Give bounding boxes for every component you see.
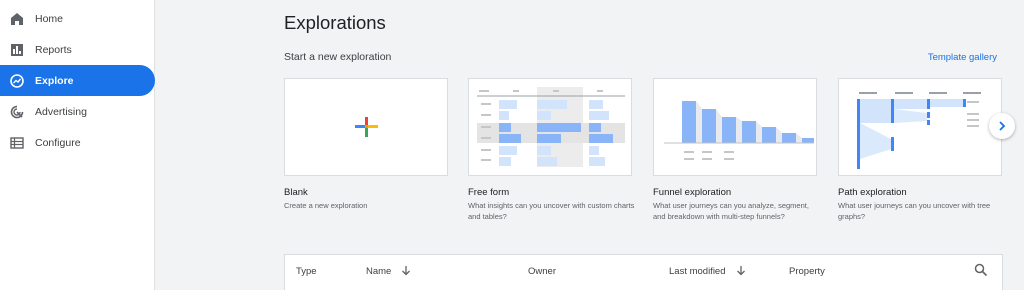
card-title: Blank [284, 187, 308, 198]
card-title: Free form [468, 187, 510, 198]
card-description: What user journeys can you uncover with … [838, 201, 991, 221]
plus-icon [355, 117, 378, 137]
page-title: Explorations [284, 12, 386, 33]
bar-chart-icon [11, 43, 23, 56]
card-description: What user journeys can you analyze, segm… [653, 201, 809, 221]
funnel-chart-illustration [664, 101, 814, 160]
section-title: Start a new exploration [284, 51, 392, 63]
sidebar-item-explore[interactable]: Explore [0, 65, 155, 96]
column-header-property[interactable]: Property [789, 266, 825, 277]
card-funnel-exploration[interactable] [653, 78, 817, 176]
sidebar-item-advertising[interactable]: Advertising [0, 96, 155, 127]
column-header-type[interactable]: Type [296, 266, 317, 277]
explorations-table: Type Name Owner Last modified Property [284, 254, 1003, 290]
card-free-form[interactable] [468, 78, 632, 176]
sort-arrow-down-icon[interactable] [736, 265, 746, 276]
search-icon[interactable] [974, 263, 988, 277]
card-title: Path exploration [838, 187, 907, 198]
card-description: What insights can you uncover with custo… [468, 201, 635, 221]
configure-list-icon [10, 136, 24, 149]
main-content: Explorations Start a new exploration Tem… [155, 0, 1024, 290]
sidebar-item-home[interactable]: Home [0, 3, 155, 34]
template-gallery-link[interactable]: Template gallery [928, 52, 997, 63]
sidebar-item-reports[interactable]: Reports [0, 34, 155, 65]
card-description: Create a new exploration [284, 201, 368, 210]
home-icon [11, 12, 23, 25]
sidebar-item-label: Reports [35, 43, 72, 56]
card-title: Funnel exploration [653, 187, 732, 198]
path-tree-illustration [857, 92, 981, 169]
card-blank[interactable] [284, 78, 448, 176]
sidebar-item-configure[interactable]: Configure [0, 127, 155, 158]
sidebar-item-label: Configure [35, 136, 81, 149]
sidebar-item-label: Home [35, 12, 64, 25]
sidebar-item-label: Explore [35, 74, 74, 87]
chevron-right-icon [999, 121, 1006, 131]
column-header-name[interactable]: Name [366, 266, 391, 277]
sort-arrow-down-icon[interactable] [401, 265, 411, 276]
column-header-owner[interactable]: Owner [528, 266, 556, 277]
free-form-table-illustration [477, 87, 625, 167]
column-header-last-modified[interactable]: Last modified [669, 266, 726, 277]
explore-icon [10, 73, 24, 88]
advertising-icon [10, 105, 24, 118]
sidebar-item-label: Advertising [35, 105, 87, 118]
sidebar: Home Reports Explore Advertising Configu… [0, 0, 155, 290]
carousel-next-button[interactable] [989, 113, 1015, 139]
card-path-exploration[interactable] [838, 78, 1002, 176]
